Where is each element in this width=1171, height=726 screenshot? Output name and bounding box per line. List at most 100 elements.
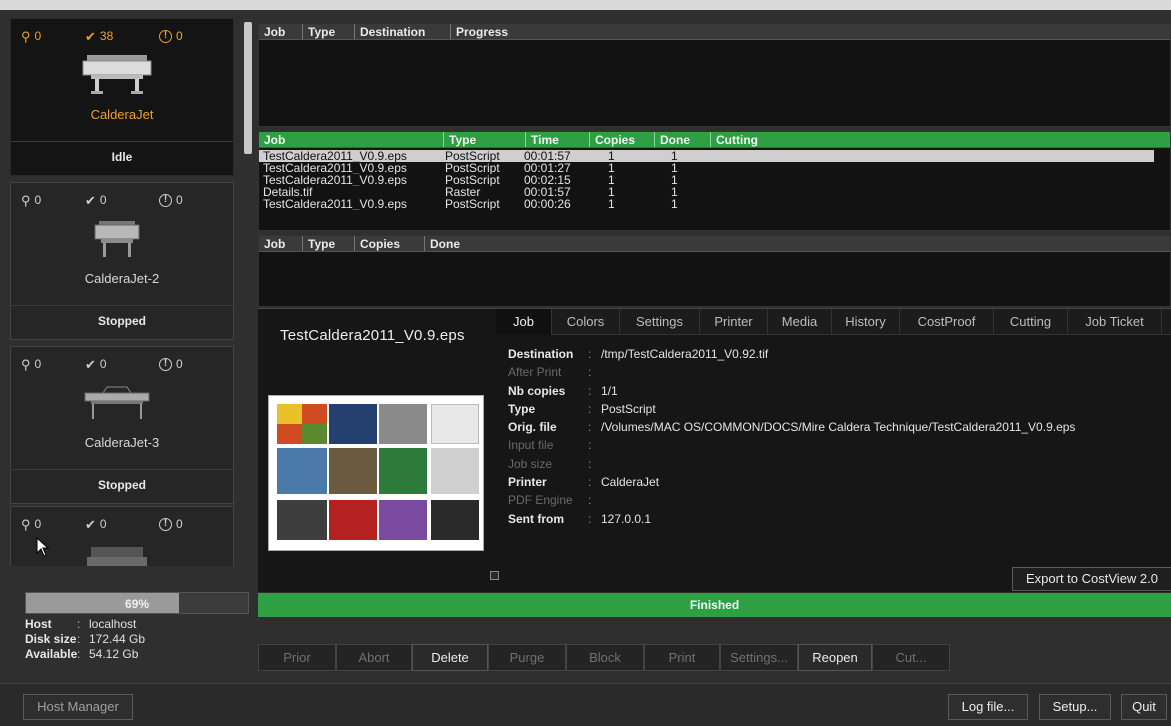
col-copies[interactable]: Copies [590, 132, 655, 147]
setup-button[interactable]: Setup... [1039, 694, 1111, 720]
cut-button[interactable]: Cut... [872, 644, 950, 671]
done-counter: ✔ 0 [85, 516, 107, 532]
active-queue-table[interactable]: Job Type Destination Progress [258, 23, 1171, 127]
warning-counter: ! 0 [159, 357, 183, 371]
settings-button[interactable]: Settings... [720, 644, 798, 671]
col-copies[interactable]: Copies [355, 236, 425, 251]
prop-type: Type: PostScript [508, 401, 656, 416]
disk-usage-percent: 69% [124, 597, 150, 611]
print-button[interactable]: Print [644, 644, 720, 671]
pending-counter: ⚲ 0 [21, 28, 42, 44]
abort-button[interactable]: Abort [336, 644, 412, 671]
prior-button[interactable]: Prior [258, 644, 336, 671]
prop-destination: Destination: /tmp/TestCaldera2011_V0.92.… [508, 347, 769, 361]
warning-icon: ! [159, 193, 172, 207]
table-row[interactable]: TestCaldera2011_V0.9.eps PostScript 00:0… [259, 198, 1170, 210]
prop-input-file: Input file: [508, 438, 592, 453]
pending-counter: ⚲ 0 [21, 192, 42, 208]
host-info: Host: localhost Disk size: 172.44 Gb Ava… [25, 617, 255, 662]
warning-icon: ! [159, 357, 172, 371]
top-strip [0, 0, 1171, 10]
printer-name: CalderaJet-3 [84, 435, 160, 450]
card-divider [11, 305, 233, 306]
host-manager-button[interactable]: Host Manager [23, 694, 133, 720]
table-row[interactable]: TestCaldera2011_V0.9.eps PostScript 00:0… [259, 174, 1170, 186]
warning-counter: ! 0 [159, 193, 183, 207]
col-time[interactable]: Time [526, 132, 590, 147]
table-row[interactable]: TestCaldera2011_V0.9.eps PostScript 00:0… [259, 162, 1170, 174]
key-icon: ⚲ [21, 356, 31, 372]
col-done[interactable]: Done [425, 236, 625, 251]
card-divider [11, 141, 233, 142]
tab-printer[interactable]: Printer [700, 309, 768, 335]
tab-colors[interactable]: Colors [552, 309, 620, 335]
prop-printer: Printer: CalderaJet [508, 475, 660, 490]
col-done[interactable]: Done [655, 132, 711, 147]
export-costview-button[interactable]: Export to CostView 2.0 [1012, 567, 1171, 591]
printer-icon [87, 547, 147, 566]
col-type[interactable]: Type [303, 236, 355, 251]
prop-nb-copies: Nb copies: 1/1 [508, 383, 618, 398]
done-counter: ✔ 0 [85, 356, 107, 372]
col-progress[interactable]: Progress [451, 24, 651, 39]
col-type[interactable]: Type [444, 132, 526, 147]
printer-list-scrollbar[interactable] [244, 22, 252, 154]
quit-button[interactable]: Quit [1121, 694, 1167, 720]
prop-orig-file: Orig. file: /Volumes/MAC OS/COMMON/DOCS/… [508, 420, 1076, 435]
done-counter: ✔ 0 [85, 192, 107, 208]
log-file-button[interactable]: Log file... [948, 694, 1028, 720]
printer-status: Stopped [98, 478, 146, 492]
tab-cutting[interactable]: Cutting [994, 309, 1068, 335]
hold-table[interactable]: Job Type Copies Done [258, 235, 1171, 307]
prop-after-print: After Print: [508, 365, 592, 380]
printer-icon [82, 55, 152, 94]
job-action-bar: Prior Abort Delete Purge Block Print Set… [258, 644, 950, 671]
col-type[interactable]: Type [303, 24, 355, 39]
warning-icon: ! [159, 517, 172, 531]
col-job[interactable]: Job [259, 236, 303, 251]
card-divider [11, 469, 233, 470]
printer-status: Stopped [98, 314, 146, 328]
delete-button[interactable]: Delete [412, 644, 488, 671]
disk-usage-bar: 69% [25, 592, 249, 614]
tab-media[interactable]: Media [768, 309, 832, 335]
pending-counter: ⚲ 0 [21, 516, 42, 532]
tab-job[interactable]: Job [496, 309, 552, 335]
hold-table-header: Job Type Copies Done [259, 236, 1170, 252]
block-button[interactable]: Block [566, 644, 644, 671]
printer-icon [94, 221, 140, 257]
tab-settings[interactable]: Settings [620, 309, 700, 335]
col-job[interactable]: Job [259, 132, 444, 147]
prop-job-size: Job size: [508, 456, 592, 471]
col-cutting[interactable]: Cutting [711, 132, 911, 147]
tab-history[interactable]: History [832, 309, 900, 335]
col-destination[interactable]: Destination [355, 24, 451, 39]
printer-name: CalderaJet [90, 107, 154, 122]
table-row[interactable]: Details.tif Raster 00:01:57 1 1 [259, 186, 1170, 198]
queue-table-header: Job Type Destination Progress [259, 24, 1170, 40]
job-detail-panel: TestCaldera2011_V0.9.eps Job Colors Sett… [258, 308, 1171, 592]
col-job[interactable]: Job [259, 24, 303, 39]
resize-handle[interactable] [490, 571, 499, 580]
job-title: TestCaldera2011_V0.9.eps [280, 327, 465, 344]
warning-counter: ! 0 [159, 29, 183, 43]
printer-card-calderajet[interactable]: ⚲ 0 ✔ 38 ! 0 CalderaJet Idle [10, 18, 234, 176]
history-table[interactable]: Job Type Time Copies Done Cutting TestCa… [258, 131, 1171, 231]
cursor-icon [36, 536, 50, 560]
prop-sent-from: Sent from: 127.0.0.1 [508, 511, 652, 526]
printer-counters: ⚲ 0 ✔ 0 ! 0 [19, 357, 225, 375]
tab-costproof[interactable]: CostProof [900, 309, 994, 335]
purge-button[interactable]: Purge [488, 644, 566, 671]
printer-list[interactable]: ⚲ 0 ✔ 38 ! 0 CalderaJet Idle ⚲ 0 ✔ 0 ! 0… [10, 18, 242, 566]
printer-counters: ⚲ 0 ✔ 38 ! 0 [19, 29, 225, 47]
warning-counter: ! 0 [159, 517, 183, 531]
table-row[interactable]: TestCaldera2011_V0.9.eps PostScript 00:0… [259, 150, 1154, 162]
printer-name: CalderaJet-2 [84, 271, 160, 286]
printer-card-calderajet-3[interactable]: ⚲ 0 ✔ 0 ! 0 CalderaJet-3 Stopped [10, 346, 234, 504]
tab-job-ticket[interactable]: Job Ticket [1068, 309, 1162, 335]
printer-counters: ⚲ 0 ✔ 0 ! 0 [19, 193, 225, 211]
printer-icon [84, 386, 150, 419]
printer-card-calderajet-2[interactable]: ⚲ 0 ✔ 0 ! 0 CalderaJet-2 Stopped [10, 182, 234, 340]
check-icon: ✔ [85, 356, 96, 372]
reopen-button[interactable]: Reopen [798, 644, 872, 671]
